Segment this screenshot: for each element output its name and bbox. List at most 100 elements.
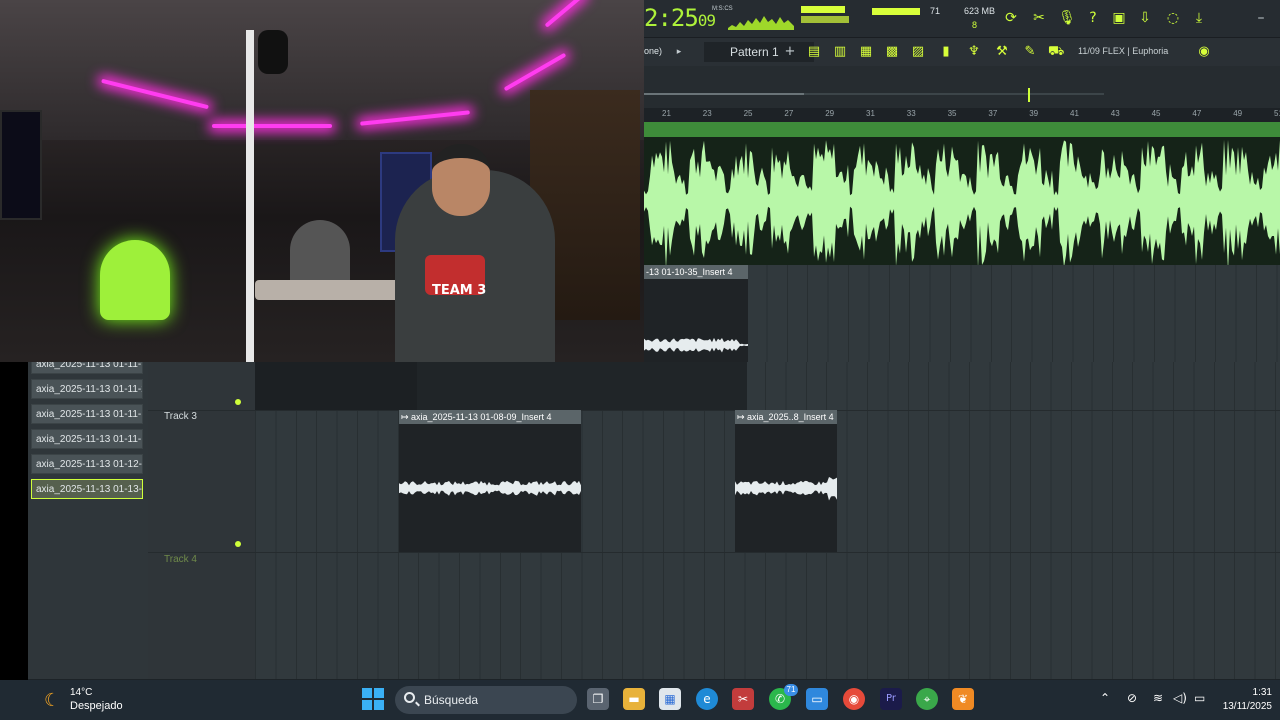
file-explorer-icon[interactable]: ▬ [623, 688, 645, 710]
clip-source-item-selected[interactable]: axia_2025-11-13 01-13-... [31, 479, 143, 499]
track-mute-led[interactable] [235, 541, 241, 547]
ruler-tick-label: 35 [947, 109, 957, 118]
pattern-toolbar: one) ▸ Pattern 1 + ▤ ▥ ▦ ▩ ▨ ▮ ♆ ⚒ ✎ ⛟ 1… [644, 38, 1280, 66]
ruler-tick-label: 37 [988, 109, 998, 118]
plug-icon[interactable]: ♆ [966, 44, 982, 60]
track-separator [148, 552, 1280, 553]
add-pattern-icon[interactable]: + [782, 44, 798, 60]
ruler-tick-label: 29 [825, 109, 835, 118]
ruler-tick-label: 27 [784, 109, 794, 118]
oscilloscope [728, 16, 794, 30]
chrome-icon[interactable]: ◉ [843, 688, 865, 710]
ruler-tick-label: 41 [1070, 109, 1079, 118]
screen-edge [0, 362, 28, 680]
song-info: 11/09 FLEX | Euphoria [1078, 46, 1169, 56]
premiere-icon[interactable]: Pr [880, 688, 902, 710]
audio-clip[interactable]: ↦ axia_2025-11-13 01-08-09_Insert 4 [399, 410, 581, 552]
search-box[interactable]: Búsqueda [395, 686, 577, 714]
streamer-head [432, 144, 490, 216]
battery-icon[interactable]: ▭ [1194, 691, 1205, 705]
clock-date: 13/11/2025 [1222, 701, 1272, 712]
master-level-left [801, 6, 845, 13]
notepad-icon[interactable]: ▭ [806, 688, 828, 710]
clip-label: -13 01-10-35_Insert 4 [644, 265, 748, 279]
volume-icon[interactable]: ◁) [1173, 691, 1187, 705]
download-icon[interactable]: ⤓ [1190, 9, 1208, 27]
fl-studio-icon[interactable]: ❦ [952, 688, 974, 710]
ruler-tick-label: 43 [1110, 109, 1120, 118]
audio-clip-top[interactable]: -13 01-10-35_Insert 4 [644, 265, 748, 362]
help-icon[interactable]: ? [1084, 9, 1102, 27]
clip-source-item[interactable]: axia_2025-11-13 01-11-... [31, 429, 143, 449]
plugin-icon[interactable]: ▮ [938, 44, 954, 60]
cut-icon[interactable]: ✂ [1030, 9, 1048, 27]
cart-icon[interactable]: ⛟ [1048, 44, 1064, 60]
tempo-bar [872, 8, 920, 15]
save-icon[interactable]: ▣ [1110, 9, 1128, 27]
start-button[interactable] [362, 688, 384, 710]
ruler-tick-label: 47 [1192, 109, 1202, 118]
clip-label: ↦ axia_2025-11-13 01-08-09_Insert 4 [399, 410, 581, 424]
system-clock[interactable]: 1:31 13/11/2025 [1216, 686, 1272, 714]
clip-source-item[interactable]: axia_2025-11-13 01-12-... [31, 454, 143, 474]
tool-icon[interactable]: ⚒ [994, 44, 1010, 60]
clip-source-item[interactable]: axia_2025-11-13 01-11-... [31, 404, 143, 424]
maps-icon[interactable]: ⌖ [916, 688, 938, 710]
store-icon[interactable]: ▦ [659, 688, 681, 710]
moon-icon: ☾ [44, 690, 61, 711]
daw-toolbar: 2:2509 M:S:CS 71 623 MB 8 ⟳ ✂ 🎙 ? ▣ ⇩ ◌ … [644, 0, 1280, 38]
search-placeholder: Búsqueda [424, 693, 479, 707]
clip-browser: axia_2025-11-13 01-11-... axia_2025-11-1… [28, 354, 148, 679]
snipping-icon[interactable]: ✂ [732, 688, 754, 710]
play-pattern-icon[interactable]: ▸ [670, 43, 688, 61]
track-4-name[interactable]: Track 4 [164, 554, 197, 565]
clip-waveform [399, 480, 581, 496]
playhead-marker[interactable] [1028, 88, 1030, 102]
wifi-icon[interactable]: ≋ [1153, 691, 1163, 705]
playlist-icon[interactable]: ▤ [806, 44, 822, 60]
search-icon [404, 692, 415, 703]
track-mute-led[interactable] [235, 399, 241, 405]
mic-icon[interactable]: 🎙 [1058, 9, 1076, 27]
fl-cloud-icon[interactable]: ◉ [1196, 44, 1212, 60]
mixer-icon[interactable]: ▩ [884, 44, 900, 60]
audio-clip[interactable]: ↦ axia_2025..8_Insert 4 [735, 410, 837, 552]
clip-waveform [735, 477, 837, 501]
browser-icon[interactable]: ▨ [910, 44, 926, 60]
neon-light [212, 124, 332, 128]
empty-region [417, 362, 747, 410]
webcam-overlay: TEAM 3 [0, 0, 644, 362]
empty-region [255, 362, 417, 410]
channel-rack-icon[interactable]: ▦ [858, 44, 874, 60]
render-icon[interactable]: ⇩ [1136, 9, 1154, 27]
tempo-value: 71 [930, 6, 941, 16]
ruler-tick-label: 23 [702, 109, 712, 118]
ruler-tick-label: 31 [866, 109, 875, 118]
weather-temperature: 14°C [70, 687, 93, 698]
table [255, 280, 405, 300]
edge-icon[interactable]: e [696, 688, 718, 710]
microphone [258, 30, 288, 74]
clock-time: 1:31 [1252, 687, 1272, 698]
master-level-right [801, 16, 849, 23]
monitor [0, 110, 42, 220]
chevron-up-icon[interactable]: ⌃ [1100, 691, 1110, 705]
overview-progress [644, 93, 804, 95]
timeline-ruler[interactable]: 21 23 25 27 29 31 33 35 37 39 41 43 45 47 49 51 [644, 108, 1280, 122]
task-view-icon[interactable]: ❐ [587, 688, 609, 710]
minimize-icon[interactable]: – [1252, 9, 1270, 27]
track-separator [148, 410, 1280, 411]
track-3-name[interactable]: Track 3 [164, 411, 197, 422]
hidden-icon[interactable]: ⊘ [1127, 691, 1137, 705]
pattern-prefix: one) [644, 46, 663, 56]
undo-icon[interactable]: ⟳ [1002, 9, 1020, 27]
piano-roll-icon[interactable]: ▥ [832, 44, 848, 60]
time-selection[interactable] [644, 122, 1280, 137]
timeline-overview[interactable] [644, 66, 1280, 108]
ruler-tick-label: 21 [662, 109, 671, 118]
taskbar: ☾ 14°C Despejado Búsqueda ❐ ▬ ▦ e ✂ ✆ 71… [0, 680, 1280, 720]
chat-icon[interactable]: ◌ [1164, 9, 1182, 27]
ruler-tick-label: 33 [906, 109, 916, 118]
clip-source-item[interactable]: axia_2025-11-13 01-11-2... [31, 379, 143, 399]
brush-icon[interactable]: ✎ [1022, 44, 1038, 60]
